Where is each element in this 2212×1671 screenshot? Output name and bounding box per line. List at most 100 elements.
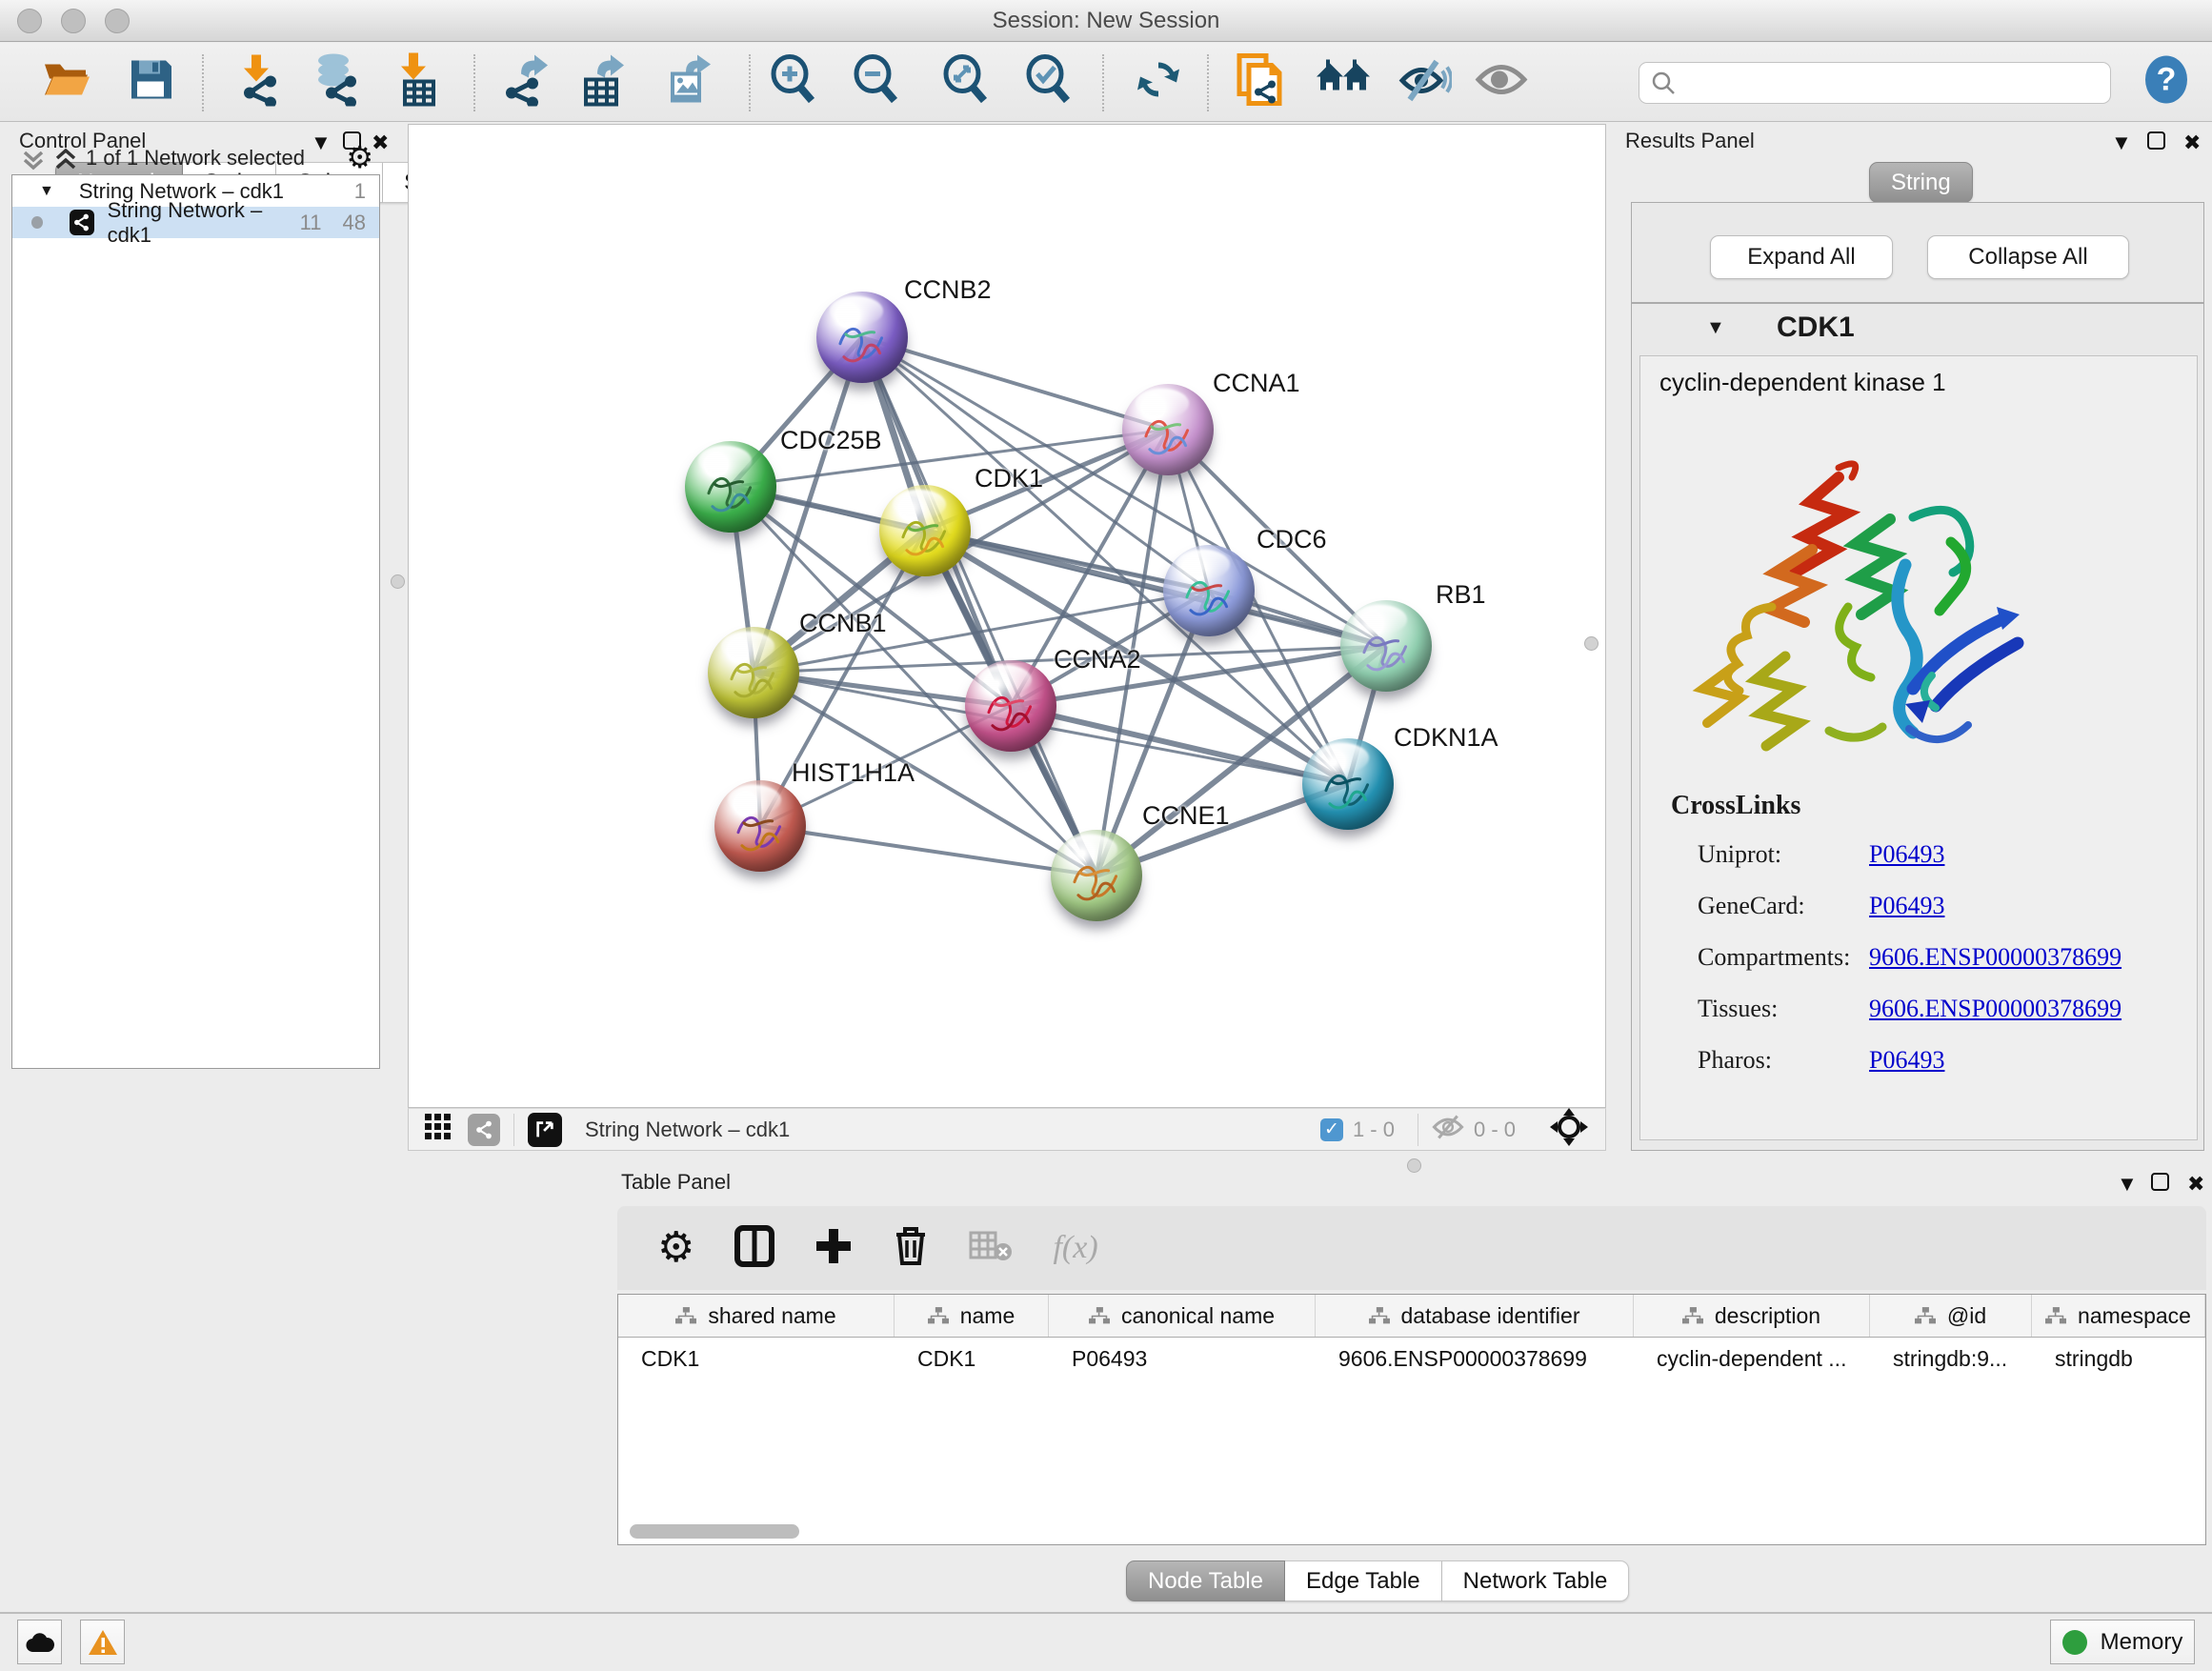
hide-selected-icon[interactable] — [1398, 56, 1452, 109]
hidden-counts: 0 - 0 — [1474, 1117, 1516, 1142]
memory-button[interactable]: Memory — [2050, 1620, 2195, 1664]
show-all-icon[interactable] — [1475, 58, 1528, 107]
table-header-row: shared namename canonical name database id… — [618, 1295, 2205, 1338]
right-splitter-handle[interactable] — [1584, 636, 1599, 651]
results-panel-menu-icon[interactable]: ▼ — [2111, 132, 2132, 153]
node-CCNE1[interactable] — [1051, 830, 1142, 921]
import-network-from-database-icon[interactable] — [309, 53, 362, 111]
export-image-icon[interactable] — [665, 53, 714, 111]
node-CDKN1A[interactable] — [1302, 738, 1394, 830]
table-panel-close-icon[interactable]: ✖ — [2187, 1174, 2204, 1195]
crosslink-row-pharos: Pharos:P06493 — [1698, 1046, 1944, 1075]
edge-CCNB2-CCNA1[interactable] — [862, 337, 1168, 430]
collection-disclosure-icon[interactable]: ▼ — [39, 183, 54, 200]
crosslink-label: Uniprot: — [1698, 840, 1814, 869]
cloud-button[interactable] — [17, 1620, 62, 1664]
node-CCNA1[interactable] — [1122, 384, 1214, 475]
crosslink-link[interactable]: P06493 — [1869, 892, 1944, 919]
first-neighbors-icon[interactable] — [1315, 56, 1372, 109]
function-builder-icon[interactable]: f(x) — [1053, 1230, 1097, 1266]
network-canvas[interactable]: CCNB2CCNA1CDC25BCDK1CDC6RB1CCNB1CCNA2CDK… — [408, 124, 1606, 1108]
node-RB1[interactable] — [1340, 600, 1432, 692]
column-header-namespace[interactable]: namespace — [2032, 1295, 2205, 1337]
results-panel-float-icon[interactable] — [2147, 131, 2165, 153]
help-icon[interactable]: ? — [2144, 55, 2188, 110]
table-panel-menu-icon[interactable]: ▼ — [2117, 1174, 2138, 1195]
zoom-out-icon[interactable] — [852, 54, 901, 111]
column-header-name[interactable]: name — [895, 1295, 1049, 1337]
tab-edge-table[interactable]: Edge Table — [1285, 1560, 1442, 1601]
zoom-selected-icon[interactable] — [1024, 54, 1074, 111]
column-header-@id[interactable]: @id — [1870, 1295, 2032, 1337]
crosslink-link[interactable]: 9606.ENSP00000378699 — [1869, 995, 2122, 1022]
column-header-canonical-name[interactable]: canonical name — [1049, 1295, 1316, 1337]
refresh-view-icon[interactable] — [1134, 55, 1183, 110]
node-CDC6[interactable] — [1163, 545, 1255, 636]
save-session-icon[interactable] — [128, 57, 173, 108]
collapse-all-button[interactable]: Collapse All — [1927, 235, 2129, 279]
add-column-icon[interactable] — [814, 1227, 853, 1270]
results-panel-title: Results Panel — [1625, 129, 1755, 153]
export-network-icon[interactable] — [500, 53, 550, 111]
crosslink-row-compartments: Compartments:9606.ENSP00000378699 — [1698, 943, 2122, 972]
birdseye-view-icon[interactable] — [528, 1113, 562, 1147]
results-panel-close-icon[interactable]: ✖ — [2183, 132, 2201, 153]
crosslink-row-genecard: GeneCard:P06493 — [1698, 892, 1944, 920]
table-row[interactable]: CDK1CDK1P064939606.ENSP00000378699cyclin… — [618, 1338, 2205, 1379]
gene-section-header[interactable]: ▼ CDK1 — [1632, 304, 2203, 355]
node-structure-thumbnail — [1318, 762, 1376, 819]
toolbar-separator — [202, 54, 204, 111]
import-network-from-file-icon[interactable] — [232, 53, 282, 111]
column-header-label: canonical name — [1121, 1303, 1275, 1329]
search-input[interactable] — [1639, 62, 2111, 104]
column-header-shared-name[interactable]: shared name — [618, 1295, 895, 1337]
selected-checkbox-icon[interactable]: ✓ — [1320, 1118, 1343, 1141]
fit-content-crosshair-icon[interactable] — [1550, 1108, 1588, 1151]
network-options-gear-icon[interactable]: ⚙ — [346, 139, 373, 175]
network-icon-badge[interactable] — [468, 1114, 500, 1146]
crosslink-link[interactable]: P06493 — [1869, 1046, 1944, 1074]
node-CCNB2[interactable] — [816, 292, 908, 383]
protein-structure-image — [1669, 440, 2050, 812]
tab-string[interactable]: String — [1869, 162, 1973, 203]
edge-HIST1H1A-CCNE1[interactable] — [760, 826, 1096, 876]
export-table-icon[interactable] — [578, 53, 628, 111]
delete-column-icon[interactable] — [893, 1225, 929, 1272]
tab-network-table[interactable]: Network Table — [1442, 1560, 1630, 1601]
crosslink-link[interactable]: P06493 — [1869, 840, 1944, 868]
table-panel-float-icon[interactable] — [2151, 1173, 2169, 1195]
show-columns-icon[interactable] — [734, 1225, 774, 1272]
node-structure-thumbnail — [701, 465, 758, 522]
table-horizontal-scrollbar[interactable] — [630, 1524, 799, 1539]
expand-all-button[interactable]: Expand All — [1710, 235, 1893, 279]
left-splitter-handle[interactable] — [391, 574, 405, 589]
node-CDK1[interactable] — [879, 485, 971, 576]
edge-CCNB2-CCNE1[interactable] — [862, 337, 1096, 876]
string-network-icon — [70, 210, 93, 235]
node-CCNB1[interactable] — [708, 627, 799, 718]
node-CCNA2[interactable] — [965, 660, 1056, 752]
view-network-title: String Network – cdk1 — [585, 1117, 790, 1142]
import-table-from-file-icon[interactable] — [392, 53, 439, 111]
gene-disclosure-icon[interactable]: ▼ — [1706, 317, 1725, 339]
column-header-database-identifier[interactable]: database identifier — [1316, 1295, 1634, 1337]
table-settings-gear-icon[interactable]: ⚙ — [657, 1227, 694, 1269]
horizontal-splitter-handle[interactable] — [1407, 1158, 1421, 1173]
selected-counts: 1 - 0 — [1353, 1117, 1395, 1142]
node-HIST1H1A[interactable] — [714, 780, 806, 872]
open-file-icon[interactable] — [42, 57, 93, 108]
crosslink-link[interactable]: 9606.ENSP00000378699 — [1869, 943, 2122, 971]
zoom-in-icon[interactable] — [769, 54, 818, 111]
tab-node-table[interactable]: Node Table — [1126, 1560, 1285, 1601]
network-row-selected[interactable]: String Network – cdk1 11 48 — [12, 207, 379, 238]
collection-count: 1 — [354, 179, 366, 204]
column-header-description[interactable]: description — [1634, 1295, 1870, 1337]
warnings-button[interactable] — [80, 1620, 125, 1664]
table-cell: CDK1 — [895, 1338, 1049, 1379]
grid-view-icon[interactable] — [424, 1113, 452, 1146]
delete-table-icon[interactable] — [969, 1229, 1013, 1268]
node-structure-thumbnail — [1357, 624, 1414, 681]
zoom-fit-icon[interactable] — [941, 54, 991, 111]
node-CDC25B[interactable] — [685, 441, 776, 533]
copy-network-icon[interactable] — [1236, 52, 1285, 112]
